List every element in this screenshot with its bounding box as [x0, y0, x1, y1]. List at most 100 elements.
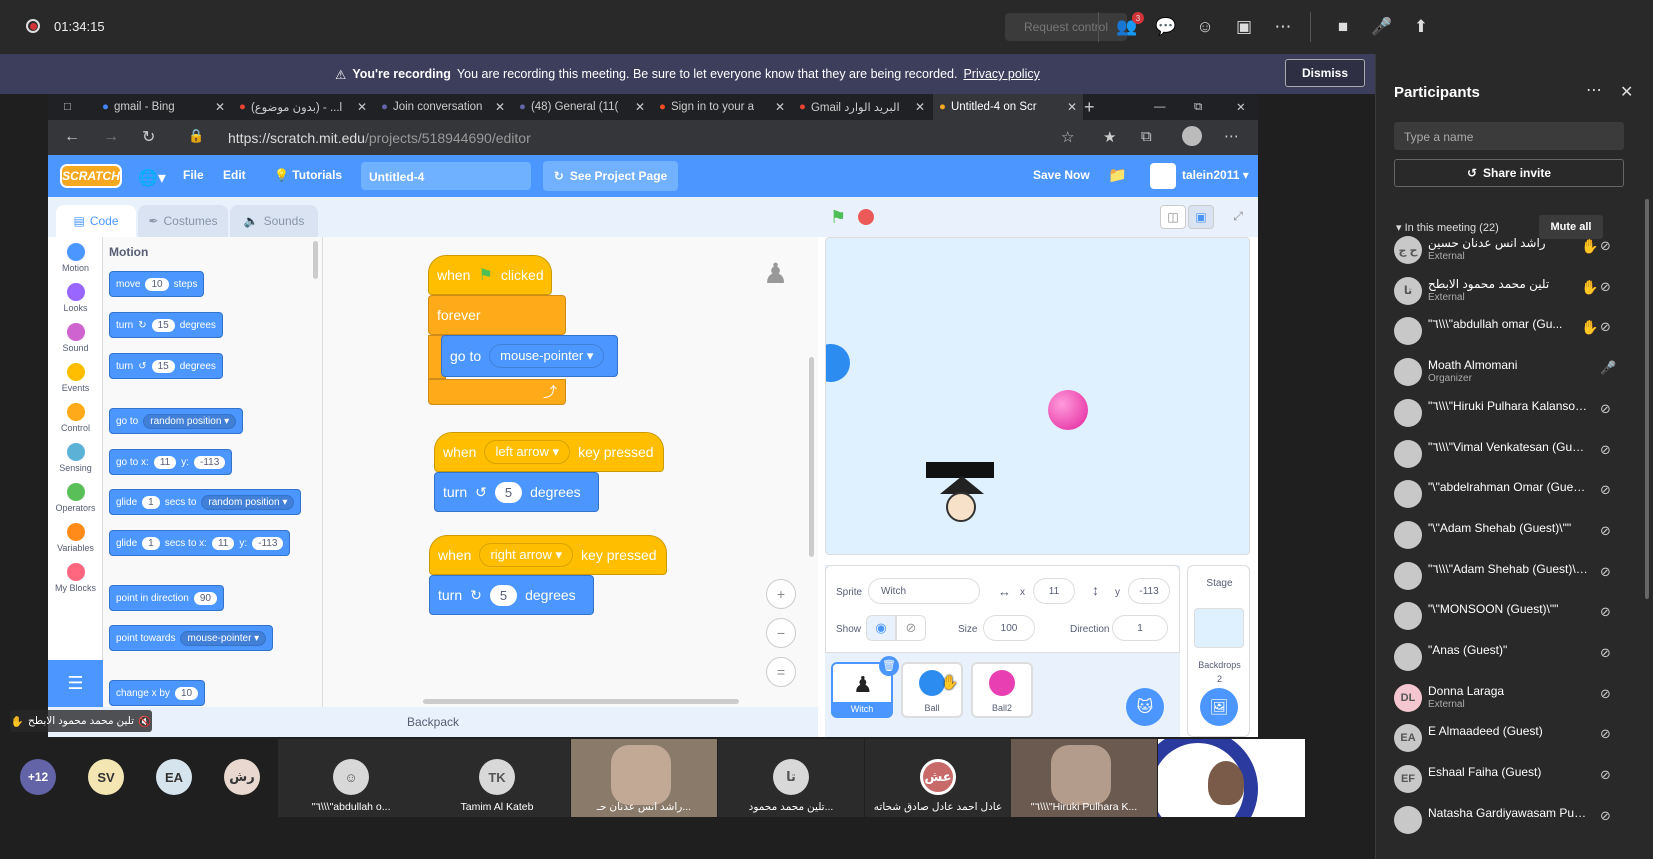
edit-menu[interactable]: Edit	[223, 168, 246, 182]
mic-off-icon[interactable]: ⊘	[1600, 442, 1611, 458]
save-now-button[interactable]: Save Now	[1033, 168, 1090, 182]
witch-sprite[interactable]	[946, 492, 976, 522]
close-tab-icon[interactable]: ✕	[635, 100, 645, 114]
sprite-thumb-ball[interactable]: ✋ Ball	[901, 662, 963, 718]
browser-tab[interactable]: ● (بدون موضوع) - ...l ✕	[233, 94, 373, 120]
rooms-icon[interactable]: ▣	[1231, 14, 1257, 40]
overflow-count[interactable]: +12	[20, 759, 56, 795]
participant-avatar[interactable]: EA	[156, 759, 192, 795]
x-input[interactable]: 11	[153, 455, 177, 469]
stage-selector[interactable]: Stage Backdrops 2 🖼	[1187, 565, 1250, 737]
mic-off-icon[interactable]: ⊘	[1600, 564, 1611, 580]
favorites-icon[interactable]: ★	[1103, 128, 1116, 146]
maximize-icon[interactable]: ⧉	[1188, 94, 1208, 120]
refresh-icon[interactable]: ↻	[142, 127, 155, 147]
add-backdrop-icon[interactable]: 🖼	[1200, 688, 1238, 726]
see-project-page-button[interactable]: ↻ See Project Page	[543, 161, 678, 191]
turn-right-5-block[interactable]: turn ↻ 5 degrees	[429, 575, 594, 615]
share-invite-button[interactable]: ↺ Share invite	[1394, 159, 1624, 187]
close-tab-icon[interactable]: ✕	[775, 100, 785, 114]
steps-input[interactable]: 10	[145, 277, 169, 291]
close-icon[interactable]: ✕	[1620, 82, 1633, 102]
url-field[interactable]: https://scratch.mit.edu/projects/5189446…	[228, 127, 1048, 149]
more-options-icon[interactable]: ⋯	[1586, 80, 1602, 100]
privacy-policy-link[interactable]: Privacy policy	[963, 67, 1039, 81]
participant-row[interactable]: "\"Adam Shehab (Guest)\"" ⊘	[1376, 517, 1646, 557]
category-my-blocks[interactable]: My Blocks	[48, 563, 103, 593]
change-x-input[interactable]: 10	[174, 686, 199, 700]
tab-actions-icon[interactable]: □	[58, 94, 88, 120]
participant-row[interactable]: Natasha Gardiyawasam Punc... ⊘	[1376, 802, 1646, 842]
change-x-block[interactable]: change x by 10	[109, 680, 206, 706]
zoom-out-icon[interactable]: −	[766, 618, 796, 648]
share-screen-icon[interactable]: ⬆	[1408, 14, 1434, 40]
sprite-thumb-witch[interactable]: ♟ 🗑 Witch	[831, 656, 899, 718]
mic-off-icon[interactable]: ⊘	[1600, 319, 1611, 335]
participant-row[interactable]: "\"MONSOON (Guest)\"" ⊘	[1376, 598, 1646, 638]
category-variables[interactable]: Variables	[48, 523, 103, 553]
participant-avatar[interactable]: رش	[224, 759, 260, 795]
participant-row[interactable]: ح ج راشد انس عدنان حسين External ✋ ⊘	[1376, 232, 1646, 272]
participant-row[interactable]: EF Eshaal Faiha (Guest) ⊘	[1376, 761, 1646, 801]
show-visible-icon[interactable]: ◉	[866, 615, 896, 641]
move-steps-block[interactable]: move 10 steps	[109, 271, 205, 297]
back-icon[interactable]: ←	[64, 128, 80, 146]
browser-tab[interactable]: ● Join conversation ✕	[375, 94, 511, 120]
category-operators[interactable]: Operators	[48, 483, 103, 513]
chat-icon[interactable]: 💬	[1153, 14, 1179, 40]
y-input[interactable]: -113	[252, 536, 284, 550]
stage-canvas[interactable]	[825, 237, 1250, 555]
participant-row[interactable]: "\"abdelrahman Omar (Guest)" ⊘	[1376, 476, 1646, 516]
language-globe-icon[interactable]: 🌐▾	[138, 168, 166, 188]
new-tab-icon[interactable]: +	[1078, 94, 1101, 120]
mic-off-icon[interactable]: ⊘	[1600, 238, 1611, 254]
user-avatar[interactable]	[1150, 163, 1176, 189]
self-video-tile[interactable]	[1158, 739, 1305, 817]
add-sprite-icon[interactable]: 🐱	[1126, 688, 1164, 726]
my-stuff-icon[interactable]: 📁	[1108, 166, 1127, 184]
show-hidden-icon[interactable]: ⊘	[896, 615, 926, 641]
category-events[interactable]: Events	[48, 363, 103, 393]
when-flag-clicked-block[interactable]: when ⚑ clicked	[428, 255, 552, 295]
key-dropdown[interactable]: left arrow ▾	[484, 440, 571, 464]
video-tile[interactable]: ☺ "٦\\\"abdullah o...	[278, 739, 424, 817]
file-menu[interactable]: File	[183, 168, 204, 182]
category-sensing[interactable]: Sensing	[48, 443, 103, 473]
large-stage-icon[interactable]: ▣	[1188, 205, 1214, 229]
secs-input[interactable]: 1	[142, 495, 160, 509]
video-tile[interactable]: راشد انس عدنان حـ...	[571, 739, 717, 817]
browser-tab[interactable]: ● Sign in to your a ✕	[653, 94, 791, 120]
forward-icon[interactable]: →	[103, 128, 119, 146]
zoom-in-icon[interactable]: +	[766, 579, 796, 609]
category-control[interactable]: Control	[48, 403, 103, 433]
mic-off-icon[interactable]: ⊘	[1600, 604, 1611, 620]
browser-tab[interactable]: ● gmail - Bing ✕	[96, 94, 231, 120]
participant-row[interactable]: EA E Almaadeed (Guest) ⊘	[1376, 720, 1646, 760]
mic-off-icon[interactable]: ⊘	[1600, 808, 1611, 824]
participant-avatar[interactable]: SV	[88, 759, 124, 795]
degrees-input[interactable]: 5	[489, 584, 518, 606]
direction-input[interactable]: 90	[193, 591, 217, 605]
tab-sounds[interactable]: 🔈 Sounds	[230, 205, 318, 237]
x-input[interactable]: 11	[1033, 578, 1075, 604]
vertical-scrollbar[interactable]	[809, 357, 814, 557]
participant-row[interactable]: تا تلين محمد محمود الابطح External ✋ ⊘	[1376, 273, 1646, 313]
y-input[interactable]: -113	[193, 455, 226, 469]
tab-costumes[interactable]: ✒ Costumes	[138, 205, 228, 237]
when-left-arrow-block[interactable]: when left arrow ▾ key pressed	[434, 432, 664, 472]
browser-tab[interactable]: ● (48) General (11(✕	[513, 94, 651, 120]
turn-right-block[interactable]: turn ↻ 15 degrees	[109, 312, 223, 338]
turn-left-block[interactable]: turn ↺ 15 degrees	[109, 353, 223, 379]
mic-off-icon[interactable]: ⊘	[1600, 482, 1611, 498]
mic-off-icon[interactable]: ⊘	[1600, 645, 1611, 661]
small-stage-icon[interactable]: ◫	[1160, 205, 1186, 229]
participant-row[interactable]: "Anas (Guest)" ⊘	[1376, 639, 1646, 679]
y-input[interactable]: -113	[1128, 578, 1170, 604]
green-flag-icon[interactable]: ⚑	[830, 207, 846, 228]
goto-dropdown[interactable]: mouse-pointer ▾	[489, 344, 605, 368]
x-input[interactable]: 11	[211, 536, 235, 550]
ball2-sprite[interactable]	[1048, 390, 1088, 430]
people-icon[interactable]: 👥 3	[1114, 12, 1144, 40]
microphone-icon[interactable]: 🎤	[1369, 14, 1395, 40]
scratch-logo[interactable]: SCRATCH	[60, 164, 122, 188]
